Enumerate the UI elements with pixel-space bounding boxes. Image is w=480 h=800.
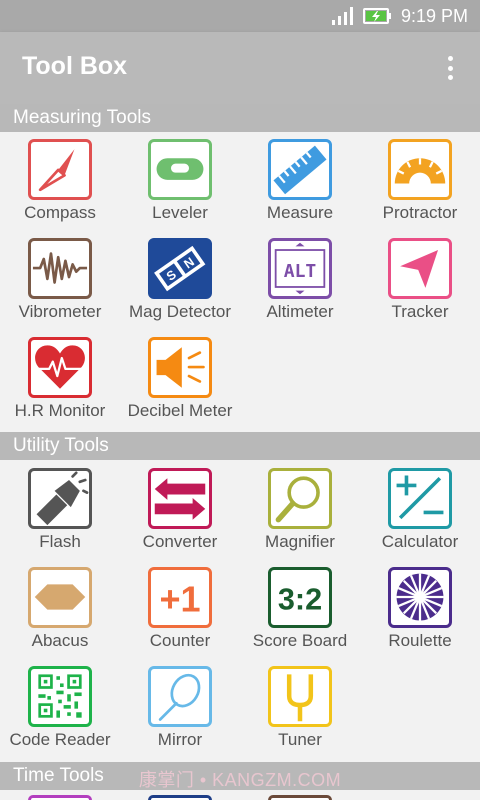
tool-tracker[interactable]: Tracker [360,232,480,331]
tool-converter[interactable]: Converter [120,462,240,561]
tool-decibel-meter[interactable]: Decibel Meter [120,331,240,430]
tool-label: Calculator [381,532,459,551]
magnet-icon: SN [148,238,212,299]
counter-icon: +1 [148,567,212,628]
leveler-icon [148,139,212,200]
partial-tool-icon[interactable] [148,795,212,800]
tool-magnifier[interactable]: Magnifier [240,462,360,561]
tool-leveler[interactable]: Leveler [120,133,240,232]
converter-arrows-icon [148,468,212,529]
altimeter-icon-text: ALT [284,261,317,282]
qr-code-icon [28,666,92,727]
protractor-icon [388,139,452,200]
tool-mirror[interactable]: Mirror [120,660,240,759]
tool-measure[interactable]: Measure [240,133,360,232]
tool-abacus[interactable]: Abacus [0,561,120,660]
tool-label: Code Reader [9,730,111,749]
calculator-icon [388,468,452,529]
watermark-text: 康掌门 • KANGZM.COM [138,770,342,790]
app-bar: Tool Box [0,32,480,104]
section-header-utility-tools: Utility Tools [0,432,480,460]
signal-icon [331,7,353,25]
vibration-wave-icon [28,238,92,299]
tool-roulette[interactable]: Roulette [360,561,480,660]
overflow-menu-button[interactable] [438,50,462,86]
menu-dot-icon [447,75,453,80]
partial-tool-icon[interactable] [268,795,332,800]
tool-protractor[interactable]: Protractor [360,133,480,232]
tool-label: Counter [149,631,211,650]
tool-code-reader[interactable]: Code Reader [0,660,120,759]
altimeter-icon: ALT [268,238,332,299]
tool-label: Altimeter [266,302,334,321]
hand-mirror-icon [148,666,212,727]
tool-counter[interactable]: +1 Counter [120,561,240,660]
ruler-icon [268,139,332,200]
score-board-icon-text: 3:2 [278,583,322,617]
tool-label: H.R Monitor [14,401,106,420]
abacus-bead-icon [28,567,92,628]
tool-label: Roulette [388,631,452,650]
tool-label: Converter [142,532,218,551]
counter-icon-text: +1 [159,578,200,619]
tool-label: Vibrometer [18,302,102,321]
tool-label: Magnifier [265,532,335,551]
flashlight-icon [28,468,92,529]
tool-label: Compass [24,203,96,222]
battery-charging-icon [362,8,391,24]
tool-label: Leveler [152,203,208,222]
tool-altimeter[interactable]: ALT Altimeter [240,232,360,331]
tool-label: Mirror [157,730,203,749]
status-bar: 9:19 PM [0,0,480,32]
menu-dot-icon [447,56,453,61]
tuning-fork-icon [268,666,332,727]
tool-label: Tracker [391,302,449,321]
menu-dot-icon [447,65,453,71]
magnifier-icon [268,468,332,529]
tool-hr-monitor[interactable]: H.R Monitor [0,331,120,430]
tool-compass[interactable]: Compass [0,133,120,232]
tool-label: Protractor [382,203,458,222]
tool-calculator[interactable]: Calculator [360,462,480,561]
speaker-icon [148,337,212,398]
tool-vibrometer[interactable]: Vibrometer [0,232,120,331]
status-time: 9:19 PM [400,5,468,26]
score-board-icon: 3:2 [268,567,332,628]
heart-rate-icon [28,337,92,398]
tool-label: Mag Detector [128,302,232,321]
compass-icon [28,139,92,200]
tool-tuner[interactable]: Tuner [240,660,360,759]
tool-label: Score Board [252,631,348,650]
tool-score-board[interactable]: 3:2 Score Board [240,561,360,660]
location-arrow-icon [388,238,452,299]
tool-flash[interactable]: Flash [0,462,120,561]
tool-mag-detector[interactable]: SN Mag Detector [120,232,240,331]
tool-label: Flash [39,532,81,551]
partial-tool-icon[interactable] [28,795,92,800]
tool-label: Tuner [278,730,322,749]
roulette-wheel-icon [388,567,452,628]
tool-label: Abacus [31,631,89,650]
tool-label: Decibel Meter [127,401,233,420]
app-title: Tool Box [22,52,128,80]
tool-label: Measure [266,203,334,222]
section-header-measuring-tools: Measuring Tools [0,104,480,132]
